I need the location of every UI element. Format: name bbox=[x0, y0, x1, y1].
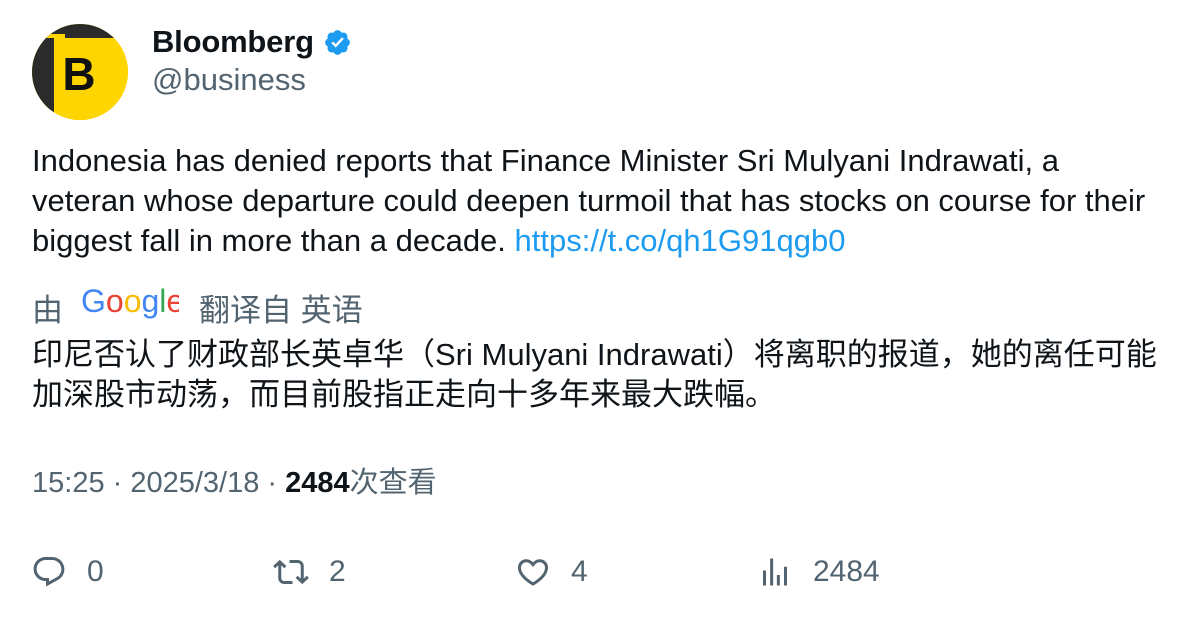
tweet-link[interactable]: https://t.co/qh1G91qgb0 bbox=[515, 223, 846, 258]
views-action-count: 2484 bbox=[813, 555, 880, 588]
views-button[interactable]: 2484 bbox=[757, 550, 880, 594]
heart-icon bbox=[517, 559, 549, 586]
retweet-button[interactable]: 2 bbox=[273, 550, 346, 594]
author-name[interactable]: Bloomberg bbox=[152, 24, 314, 60]
retweet-count: 2 bbox=[329, 555, 346, 588]
avatar-letter: B bbox=[62, 48, 95, 100]
google-wordmark: Google bbox=[81, 283, 184, 319]
analytics-icon bbox=[763, 558, 787, 586]
views-label: 次查看 bbox=[349, 467, 437, 499]
translation-prefix: 由 bbox=[32, 292, 63, 328]
avatar[interactable]: B bbox=[32, 24, 128, 120]
translated-text: 印尼否认了财政部长英卓华（Sri Mulyani Indrawati）将离职的报… bbox=[32, 337, 1157, 412]
author-name-row: Bloomberg bbox=[152, 22, 352, 62]
google-logo-icon: Google bbox=[81, 283, 184, 329]
like-count: 4 bbox=[571, 555, 588, 588]
translation-attribution: 由 Google 翻译自 英语 bbox=[32, 283, 363, 330]
author-handle[interactable]: @business bbox=[152, 62, 306, 98]
meta-separator: · bbox=[259, 467, 286, 499]
tweet-meta: 15:25 · 2025/3/18 · 2484次查看 bbox=[32, 463, 437, 503]
reply-icon bbox=[33, 557, 65, 587]
bloomberg-logo-icon: B bbox=[32, 24, 128, 120]
tweet-date[interactable]: 2025/3/18 bbox=[130, 467, 259, 499]
reply-count: 0 bbox=[87, 555, 104, 588]
views-count: 2484 bbox=[285, 467, 350, 499]
like-button[interactable]: 4 bbox=[515, 550, 588, 594]
tweet-time[interactable]: 15:25 bbox=[32, 467, 105, 499]
verified-badge-icon[interactable] bbox=[323, 28, 352, 57]
translation-suffix[interactable]: 翻译自 英语 bbox=[199, 285, 363, 330]
meta-separator: · bbox=[104, 467, 131, 499]
reply-button[interactable]: 0 bbox=[31, 550, 104, 594]
svg-text:Google: Google bbox=[81, 285, 179, 319]
retweet-icon bbox=[273, 559, 309, 585]
tweet-text: Indonesia has denied reports that Financ… bbox=[32, 141, 1162, 261]
